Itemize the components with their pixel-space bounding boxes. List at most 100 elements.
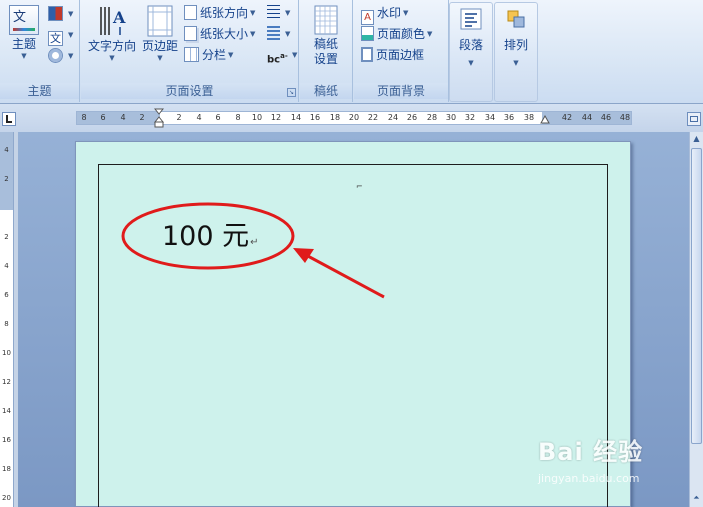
ruler-tick: 6 (4, 291, 9, 299)
theme-icon: 文 (9, 5, 39, 35)
breaks-button[interactable]: ▼ (267, 4, 290, 22)
document-text[interactable]: 100 元↵ (162, 214, 259, 253)
page-color-button[interactable]: 页面颜色 ▼ (361, 25, 432, 43)
page-borders-label: 页面边框 (376, 48, 425, 62)
vertical-scrollbar[interactable]: ▲ ⏶ (689, 132, 703, 507)
manuscript-paper-icon (314, 5, 338, 35)
theme-effects-button[interactable]: ▼ (48, 47, 73, 65)
watermark-label: 水印 (377, 6, 402, 20)
indent-marker-icon[interactable] (154, 108, 164, 128)
chevron-down-icon: ▼ (157, 54, 163, 62)
svg-text:A: A (112, 8, 126, 27)
theme-fonts-button[interactable]: 文 ▼ (48, 26, 73, 46)
theme-group: 文 主题 ▼ ▼ 文 ▼ ▼ 主题 (0, 0, 80, 102)
ruler-tick: 4 (4, 262, 9, 270)
theme-group-label: 主题 (0, 83, 79, 99)
view-ruler-button[interactable] (687, 112, 701, 126)
arrange-icon (507, 10, 525, 28)
vertical-ruler[interactable]: 4 2 2 4 6 8 10 12 14 16 18 20 (0, 132, 14, 507)
watermark-button[interactable]: A 水印 ▼ (361, 4, 408, 25)
watermark-url: jingyan.baidu.com (538, 472, 640, 485)
ruler-toggle-icon (690, 116, 698, 122)
chevron-down-icon: ▼ (21, 52, 27, 60)
margins-button[interactable]: 页边距 ▼ (139, 5, 181, 62)
page-background-group: A 水印 ▼ 页面颜色 ▼ 页面边框 页面背景 (354, 0, 449, 102)
scrollbar-thumb[interactable] (691, 148, 702, 444)
ruler-tick: 4 (120, 113, 126, 122)
theme-button-label: 主题 (11, 37, 36, 51)
size-button[interactable]: 纸张大小 ▼ (184, 25, 255, 43)
paragraph-mark: ↵ (250, 237, 259, 248)
ruler-tick: 30 (445, 113, 457, 122)
scroll-up-icon[interactable]: ▲ (690, 134, 703, 143)
arrange-button[interactable]: 排列 ▼ (496, 8, 536, 67)
columns-icon (184, 47, 199, 62)
text-direction-button[interactable]: A 文字方向 ▼ (86, 5, 138, 62)
chevron-down-icon: ▼ (513, 59, 519, 67)
previous-page-icon[interactable]: ⏶ (690, 493, 703, 503)
ruler-tick: 10 (251, 113, 263, 122)
effects-icon (48, 48, 63, 63)
ruler-tick: 46 (600, 113, 612, 122)
ruler-tick: 18 (2, 465, 11, 473)
theme-colors-button[interactable]: ▼ (48, 5, 73, 23)
paragraph-button[interactable]: 段落 ▼ (451, 8, 491, 67)
ruler-tick: 6 (100, 113, 106, 122)
ruler-tick: 2 (139, 113, 145, 122)
ribbon: 文 主题 ▼ ▼ 文 ▼ ▼ 主题 A 文字方向 ▼ 页边距 ▼ 纸张方向 ▼ … (0, 0, 703, 104)
ruler-tick: 10 (2, 349, 11, 357)
theme-button[interactable]: 文 主题 ▼ (4, 5, 44, 60)
columns-button[interactable]: 分栏 ▼ (184, 46, 233, 64)
ruler-tick: 28 (426, 113, 438, 122)
manuscript-group: 稿纸 设置 稿纸 (300, 0, 353, 102)
ruler-tick: 24 (387, 113, 399, 122)
page-borders-button[interactable]: 页面边框 (361, 46, 424, 64)
watermark-main: Bai 经验 (538, 438, 644, 466)
right-indent-icon[interactable] (540, 115, 550, 125)
chevron-down-icon: ▼ (109, 54, 115, 62)
ruler-tick: 20 (2, 494, 11, 502)
ruler-tick: 12 (2, 378, 11, 386)
ruler-tick: 16 (2, 436, 11, 444)
page-setup-group-label: 页面设置 (81, 83, 298, 99)
margins-label: 页边距 (141, 39, 178, 53)
ruler-tick: 12 (270, 113, 282, 122)
page-border-icon (361, 47, 373, 62)
hyphenation-icon: bca- (267, 51, 288, 65)
manuscript-group-label: 稿纸 (300, 83, 352, 99)
text-direction-icon: A (100, 7, 126, 35)
page-color-label: 页面颜色 (377, 27, 426, 41)
ruler-tick: 4 (196, 113, 202, 122)
ruler-tick: 18 (329, 113, 341, 122)
size-label: 纸张大小 (200, 27, 249, 41)
orientation-button[interactable]: 纸张方向 ▼ (184, 4, 255, 22)
page-setup-group: A 文字方向 ▼ 页边距 ▼ 纸张方向 ▼ 纸张大小 ▼ 分栏 ▼ ▼ ▼ bc… (81, 0, 299, 102)
section-mark: ⌐ (356, 182, 363, 191)
ruler-tick: 8 (81, 113, 87, 122)
ruler-tick: 2 (176, 113, 182, 122)
ruler-tick: 8 (4, 320, 9, 328)
manuscript-settings-button[interactable]: 稿纸 设置 (304, 5, 348, 67)
breaks-icon (267, 5, 280, 20)
ruler-tick: 2 (4, 233, 9, 241)
ruler-tick: 42 (561, 113, 573, 122)
line-numbers-button[interactable]: ▼ (267, 25, 290, 43)
paint-bucket-icon (361, 26, 374, 41)
ruler-tick: 20 (348, 113, 360, 122)
ruler-tick: 8 (235, 113, 241, 122)
dialog-launcher-icon[interactable]: ↘ (287, 88, 296, 97)
ruler-tick: 44 (581, 113, 593, 122)
tab-selector-button[interactable] (2, 112, 16, 126)
page-background-group-label: 页面背景 (354, 83, 448, 99)
hyphenation-button[interactable]: bca- ▼ (267, 46, 297, 65)
manuscript-label-line1: 稿纸 (313, 37, 338, 51)
ruler-tick: 14 (290, 113, 302, 122)
ruler-tick: 48 (619, 113, 631, 122)
left-tab-icon (6, 115, 12, 123)
ruler-tick: 2 (4, 175, 9, 183)
ruler-tick: 38 (523, 113, 535, 122)
text-direction-label: 文字方向 (87, 39, 136, 53)
paragraph-icon (460, 8, 482, 30)
margins-icon (147, 5, 173, 37)
ruler-tick: 22 (367, 113, 379, 122)
